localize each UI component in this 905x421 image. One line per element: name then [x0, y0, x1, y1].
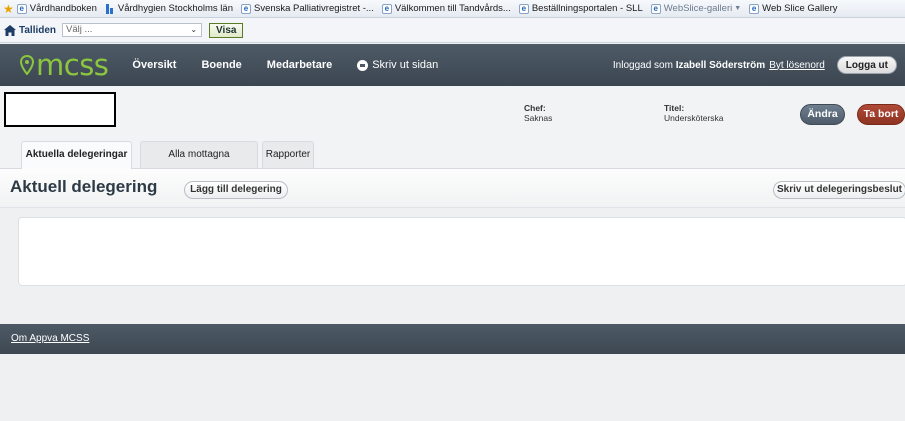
favorites-star-icon[interactable]: ★ [3, 2, 14, 16]
favorite-palliativregistret[interactable]: e Svenska Palliativregistret -... [240, 3, 374, 14]
logout-button[interactable]: Logga ut [836, 56, 897, 74]
favorite-vardhygien[interactable]: Vårdhygien Stockholms län [105, 3, 233, 14]
footer: Om Appva MCSS [0, 324, 905, 354]
ie-page-icon: e [16, 3, 27, 14]
ie-page-icon: e [381, 3, 392, 14]
redacted-name-box [4, 92, 116, 127]
tab-aktuella-delegeringar[interactable]: Aktuella delegeringar [21, 141, 132, 169]
unit-toolbar: Talliden Välj ... ⌄ Visa [0, 18, 905, 43]
favorite-tandvard[interactable]: e Välkommen till Tandvårds... [381, 3, 511, 14]
section-header: Aktuell delegering Lägg till delegering … [0, 168, 905, 208]
ie-page-icon: e [240, 3, 251, 14]
tab-alla-mottagna-delegeringar[interactable]: Alla mottagna delegeringar [140, 141, 258, 185]
user-area: Inloggad som Izabell Söderström Byt löse… [613, 44, 897, 86]
favorite-web-slice-gallery[interactable]: e Web Slice Gallery [749, 3, 837, 14]
nav-medarbetare[interactable]: Medarbetare [267, 59, 332, 71]
titel-label: Titel: [664, 103, 685, 113]
unit-select[interactable]: Välj ... ⌄ [62, 23, 203, 37]
print-page-link[interactable]: Skriv ut sidan [357, 59, 438, 71]
printer-icon [357, 59, 369, 71]
user-name: Izabell Söderström [675, 59, 766, 71]
logged-in-text: Inloggad som Izabell Söderström [612, 59, 766, 71]
nav-oversikt[interactable]: Översikt [132, 59, 176, 71]
edit-button[interactable]: Ändra [800, 104, 845, 125]
favorite-bestallningsportalen[interactable]: e Beställningsportalen - SLL [518, 3, 643, 14]
vardhygien-icon [105, 3, 115, 14]
content-area [0, 208, 905, 324]
nav-boende[interactable]: Boende [201, 59, 241, 71]
visa-button[interactable]: Visa [209, 22, 244, 38]
logo-text: mcss [36, 48, 109, 82]
delegation-panel [18, 217, 905, 286]
favorites-bar: ★ e Vårdhandboken Vårdhygien Stockholms l… [0, 0, 905, 18]
home-link[interactable]: Talliden [4, 24, 56, 36]
home-icon [4, 24, 16, 36]
add-delegation-button[interactable]: Lägg till delegering [184, 181, 288, 199]
change-password-link[interactable]: Byt lösenord [769, 60, 825, 71]
dropdown-caret-icon: ▼ [734, 5, 742, 12]
delete-button[interactable]: Ta bort [857, 104, 905, 125]
page-bottom [0, 354, 905, 421]
ie-page-icon: e [518, 3, 529, 14]
titel-info: Titel: Undersköterska [664, 103, 724, 123]
favorite-webslice-galleri[interactable]: e WebSlice-galleri ▼ [650, 3, 742, 14]
print-delegation-decision-button[interactable]: Skriv ut delegeringsbeslut [773, 181, 905, 199]
ie-page-icon: e [749, 3, 760, 14]
tab-rapporter[interactable]: Rapporter [262, 141, 314, 168]
chevron-down-icon: ⌄ [190, 25, 198, 34]
favorite-vardhandboken[interactable]: e Vårdhandboken [16, 3, 97, 14]
person-header: Chef: Saknas Titel: Undersköterska Ändra… [0, 86, 905, 168]
chef-value: Saknas [524, 113, 553, 123]
about-link[interactable]: Om Appva MCSS [11, 333, 89, 344]
section-title: Aktuell delegering [10, 177, 158, 196]
titel-value: Undersköterska [664, 113, 724, 123]
location-pin-icon [20, 55, 34, 75]
app-nav-bar: mcss Översikt Boende Medarbetare Skriv u… [0, 44, 905, 86]
ie-page-icon: e [650, 3, 661, 14]
chef-info: Chef: Saknas [524, 103, 552, 123]
mcss-logo[interactable]: mcss [20, 48, 109, 82]
chef-label: Chef: [524, 103, 546, 113]
